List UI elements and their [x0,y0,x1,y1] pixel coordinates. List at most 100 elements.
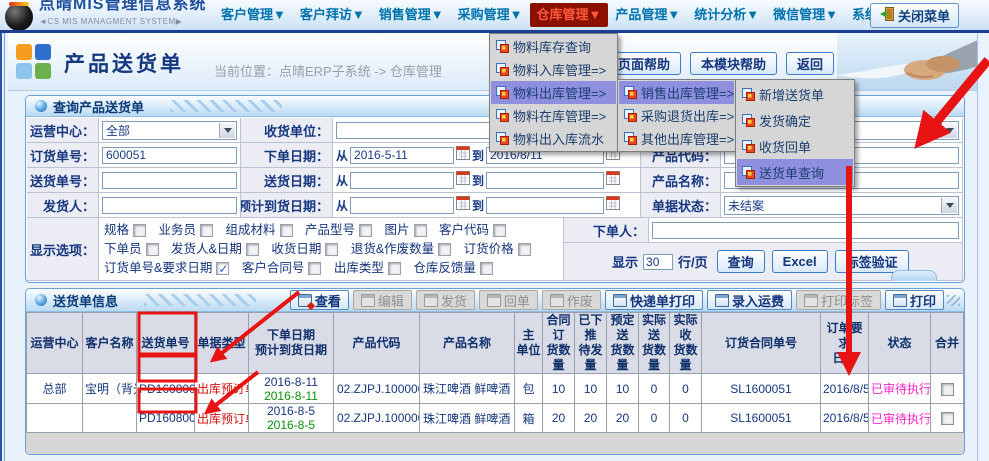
display-option[interactable]: 订货单号&要求日期 [104,259,229,278]
ship-icon [424,294,438,307]
checkbox[interactable] [480,262,493,275]
menu-item[interactable]: 其他出库管理=> [619,127,734,150]
display-option[interactable]: 客户合同号 [242,259,322,278]
delivery-date-to-input[interactable] [486,172,604,189]
page-icon [16,44,51,79]
top-menu-item[interactable]: 统计分析▼ [687,3,766,27]
order-date-from-input[interactable] [350,147,454,164]
query-action-button[interactable]: 查询 [717,250,765,273]
doc-status-select[interactable]: 未结案 [724,196,959,215]
display-option[interactable]: 产品型号 [305,221,372,240]
menu-item[interactable]: 新增送货单 [737,81,853,107]
expect-date-to-input[interactable] [486,197,604,214]
calendar-icon[interactable] [606,195,620,215]
menu-item[interactable]: 物料出库管理=> [491,81,616,104]
toolbar-button[interactable]: 作废 [542,290,601,310]
orderer-input[interactable] [652,222,959,239]
display-option[interactable]: 客户代码 [439,221,506,240]
checkbox[interactable] [388,262,401,275]
table-row[interactable]: 总部 宝明（背光 PD1608009 出库预订单 2016-8-11 2016-… [27,374,964,404]
display-option[interactable]: 图片 [385,221,427,240]
menu-item[interactable]: 送货单查询 [737,159,853,185]
checkbox[interactable] [493,224,506,237]
table-row[interactable]: PD1608005 出库预订单 2016-8-5 2016-8-5 02.ZJP… [27,404,964,433]
edit-icon [361,294,375,307]
display-option[interactable]: 业务员 [159,221,214,240]
door-exit-icon [879,7,894,24]
checkbox[interactable] [438,243,451,256]
calendar-icon[interactable] [456,170,470,190]
merge-checkbox[interactable] [941,412,954,425]
display-option[interactable]: 发货人&日期 [171,240,259,259]
display-option[interactable]: 下单员 [104,240,159,259]
top-menu-item[interactable]: 微信管理▼ [766,3,845,27]
calendar-icon[interactable] [456,195,470,215]
top-menu-item[interactable]: 客户拜访▼ [293,3,372,27]
checkbox[interactable] [133,224,146,237]
help-button[interactable]: 本模块帮助 [690,52,777,75]
checkbox[interactable] [308,262,321,275]
merge-checkbox[interactable] [941,383,954,396]
top-menu-item[interactable]: 客户管理▼ [214,3,293,27]
menu-item[interactable]: 物料出入库流水 [491,127,616,150]
toolbar-button[interactable]: 发货 [416,290,475,310]
menu-item[interactable]: 销售出库管理=> [619,81,734,104]
display-option[interactable]: 承运信息 [104,278,171,281]
resize-grip[interactable] [947,295,960,306]
checkbox[interactable] [359,224,372,237]
top-menu-item[interactable]: 采购管理▼ [451,3,530,27]
page-size-input[interactable] [643,254,673,270]
display-option[interactable]: 送货单明细备注 [276,278,381,281]
display-option[interactable]: 收货日期 [271,240,338,259]
toolbar-button[interactable]: 回单 [479,290,538,310]
help-button[interactable]: 返回 [786,52,834,75]
delivery-no-input[interactable] [102,172,237,189]
operation-center-select[interactable]: 全部 [102,121,237,140]
window-right-frame [977,33,989,461]
checkbox[interactable] [518,243,531,256]
menu-item[interactable]: 物料入库管理=> [491,58,616,81]
calendar-icon[interactable] [606,170,620,190]
top-menu-item[interactable]: 产品管理▼ [608,3,687,27]
close-menu-button[interactable]: 关闭菜单 [870,3,959,28]
display-option[interactable]: 退货&作废数量 [351,240,451,259]
toolbar-button[interactable]: 查看 [290,290,349,310]
checkbox[interactable] [146,243,159,256]
toolbar-button[interactable]: 打印 [885,290,944,310]
display-option[interactable]: 订货价格 [464,240,531,259]
toolbar-button[interactable]: 编辑 [353,290,412,310]
field-label-display-options: 显示选项： [27,218,99,281]
menu-item-label: 发货确定 [759,111,811,130]
display-option[interactable]: 组成材料 [226,221,293,240]
top-menu-item[interactable]: 销售管理▼ [372,3,451,27]
toolbar-button[interactable]: 录入运费 [707,290,792,310]
query-action-button[interactable]: Excel [772,250,828,273]
menu-item[interactable]: 物料库存查询 [491,35,616,58]
cell-doc-type: 出库预订单 [195,374,249,404]
checkbox[interactable] [325,243,338,256]
delivery-date-from-input[interactable] [350,172,454,189]
logo-sphere-icon [5,3,33,30]
checkbox[interactable] [246,243,259,256]
expect-date-from-input[interactable] [350,197,454,214]
checkbox[interactable] [216,262,229,275]
top-menu-item[interactable]: 仓库管理▼ [530,3,609,27]
menu-item[interactable]: 采购退货出库=> [619,104,734,127]
display-option[interactable]: 规格 [104,221,146,240]
checkbox[interactable] [280,224,293,237]
freight-entry-icon [715,294,729,307]
column-header: 主 单位 [515,313,543,374]
checkbox[interactable] [200,224,213,237]
menu-item[interactable]: 物料在库管理=> [491,104,616,127]
order-no-input[interactable] [102,147,237,164]
checkbox[interactable] [414,224,427,237]
shipper-input[interactable] [102,197,237,214]
calendar-icon[interactable] [456,145,470,165]
menu-item[interactable]: 收货回单 [737,133,853,159]
display-option[interactable]: 出库类型 [334,259,401,278]
toolbar-button[interactable]: 打印标签 [796,290,881,310]
display-option[interactable]: 仓库反馈量 [413,259,493,278]
panel-collapse-tab[interactable] [891,270,937,281]
toolbar-button[interactable]: 快递单打印 [605,290,703,310]
menu-item[interactable]: 发货确定 [737,107,853,133]
